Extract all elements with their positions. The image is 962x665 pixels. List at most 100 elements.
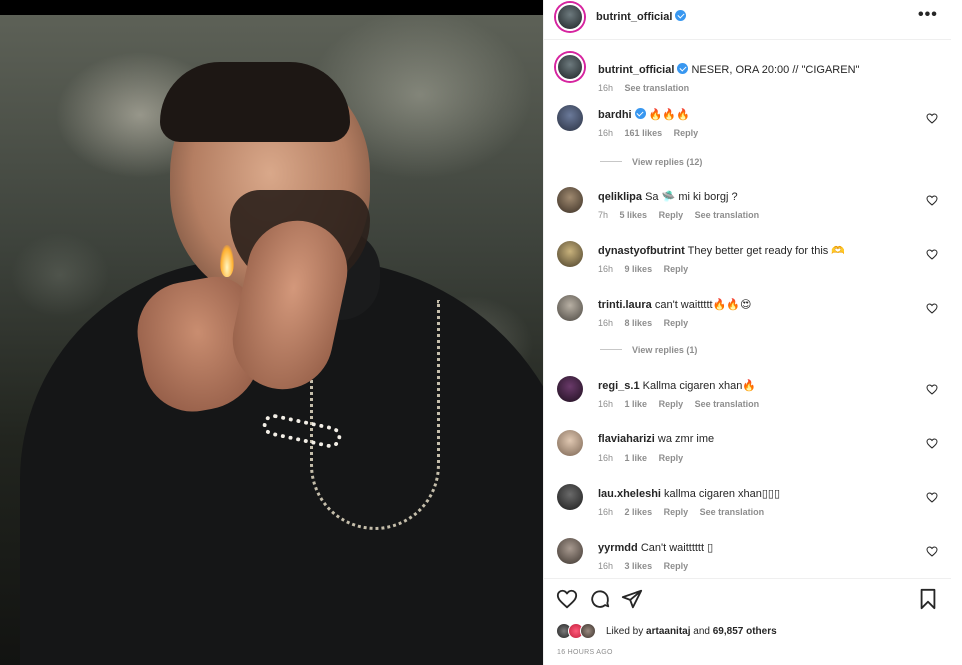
comment-reply-button[interactable]: Reply	[674, 128, 699, 138]
comment-username[interactable]: regi_s.1	[598, 380, 640, 392]
view-replies-label[interactable]: View replies (1)	[632, 345, 697, 355]
comment-item: dynastyofbutrint They better get ready f…	[544, 238, 951, 292]
verified-badge-icon	[634, 108, 646, 119]
comment-see-translation[interactable]: See translation	[700, 507, 765, 517]
comment-item: trinti.laura can't waittttt🔥🔥😍 16h 8 lik…	[544, 292, 951, 346]
comment-username[interactable]: trinti.laura	[598, 299, 652, 311]
comment-item: regi_s.1 Kallma cigaren xhan🔥 16h 1 like…	[544, 373, 951, 427]
caption-meta: 16h See translation	[598, 83, 698, 93]
comment-time: 7h	[598, 210, 609, 220]
caption-username[interactable]: butrint_official	[598, 64, 674, 76]
liker-avatar	[580, 623, 596, 639]
comment-meta: 7h 5 likes Reply See translation	[598, 210, 768, 220]
comment-username[interactable]: flaviaharizi	[598, 433, 655, 445]
share-plane-icon[interactable]	[621, 588, 643, 610]
photo-lighter-flame	[220, 245, 234, 277]
caption-time: 16h	[598, 83, 614, 93]
comment-avatar[interactable]	[557, 538, 583, 564]
likes-user[interactable]: artaanitaj	[646, 626, 690, 637]
comment-avatar[interactable]	[557, 241, 583, 267]
author-username[interactable]: butrint_official	[596, 10, 687, 23]
comment-reply-button[interactable]: Reply	[664, 507, 689, 517]
like-comment-heart-icon[interactable]	[926, 546, 938, 557]
post-actions-bar: Liked by artaanitaj and 69,857 others 16…	[544, 578, 951, 665]
comment-reply-button[interactable]: Reply	[664, 318, 689, 328]
author-username-text[interactable]: butrint_official	[596, 11, 672, 23]
comment-username[interactable]: qeliklipa	[598, 191, 642, 203]
comment-meta: 16h 161 likes Reply	[598, 128, 707, 138]
comment-reply-button[interactable]: Reply	[659, 453, 684, 463]
comment-text: can't waittttt🔥🔥😍	[654, 299, 752, 311]
comment-username[interactable]: lau.xheleshi	[598, 488, 661, 500]
comment-avatar[interactable]	[557, 295, 583, 321]
comment-text: 🔥🔥🔥	[648, 109, 690, 121]
comment-time: 16h	[598, 507, 614, 517]
save-bookmark-icon[interactable]	[917, 588, 939, 610]
like-comment-heart-icon[interactable]	[926, 113, 938, 124]
comment-reply-button[interactable]: Reply	[659, 210, 684, 220]
comment-likes[interactable]: 5 likes	[620, 210, 648, 220]
comment-reply-button[interactable]: Reply	[659, 399, 684, 409]
comment-item: flaviaharizi wa zmr ime 16h 1 like Reply	[544, 427, 951, 481]
like-comment-heart-icon[interactable]	[926, 249, 938, 260]
like-comment-heart-icon[interactable]	[926, 384, 938, 395]
comment-text: Kallma cigaren xhan🔥	[642, 380, 757, 392]
comment-bubble-icon[interactable]	[589, 588, 611, 610]
caption-see-translation[interactable]: See translation	[625, 83, 690, 93]
view-replies-label[interactable]: View replies (12)	[632, 157, 702, 167]
comment-likes[interactable]: 161 likes	[625, 128, 663, 138]
like-comment-heart-icon[interactable]	[926, 303, 938, 314]
comment-username[interactable]: bardhi	[598, 109, 632, 121]
comment-text: Sa 🛸 mi ki borgj ?	[645, 191, 738, 203]
like-heart-icon[interactable]	[556, 588, 578, 610]
likes-prefix: Liked by	[606, 626, 644, 637]
comment-likes[interactable]: 1 like	[625, 453, 648, 463]
comment-item: yyrmdd Can't waitttttt ▯ 16h 3 likes Rep…	[544, 535, 951, 577]
likes-others[interactable]: 69,857 others	[713, 626, 777, 637]
post-image[interactable]	[0, 0, 543, 665]
comment-reply-button[interactable]: Reply	[664, 264, 689, 274]
comment-meta: 16h 2 likes Reply See translation	[598, 507, 773, 517]
comment-avatar[interactable]	[557, 105, 583, 131]
like-comment-heart-icon[interactable]	[926, 438, 938, 449]
comment-see-translation[interactable]: See translation	[695, 210, 760, 220]
image-top-bar	[0, 0, 543, 15]
comment-time: 16h	[598, 318, 614, 328]
comment-avatar[interactable]	[557, 187, 583, 213]
caption-text: NESER, ORA 20:00 // "CIGAREN"	[691, 64, 860, 76]
comment-meta: 16h 9 likes Reply	[598, 264, 697, 274]
comment-likes[interactable]: 1 like	[625, 399, 648, 409]
view-replies-button[interactable]: View replies (1)	[600, 345, 697, 355]
comment-time: 16h	[598, 453, 614, 463]
comment-username[interactable]: dynastyofbutrint	[598, 245, 685, 257]
comment-item: lau.xheleshi kallma cigaren xhan▯▯▯ 16h …	[544, 481, 951, 535]
verified-badge-icon	[675, 10, 687, 21]
view-replies-button[interactable]: View replies (12)	[600, 157, 702, 167]
comment-meta: 16h 1 like Reply See translation	[598, 399, 768, 409]
post-side-panel: butrint_official ••• butrint_official NE…	[543, 0, 962, 665]
comment-username[interactable]: yyrmdd	[598, 542, 638, 554]
comment-text: kallma cigaren xhan▯▯▯	[664, 488, 781, 500]
comment-avatar[interactable]	[557, 430, 583, 456]
like-comment-heart-icon[interactable]	[926, 492, 938, 503]
author-avatar[interactable]	[556, 3, 584, 31]
comments-list[interactable]: butrint_official NESER, ORA 20:00 // "CI…	[544, 41, 951, 577]
verified-badge-icon	[677, 63, 689, 74]
comment-likes[interactable]: 2 likes	[625, 507, 653, 517]
comment-meta: 16h 3 likes Reply	[598, 561, 697, 571]
likes-connector: and	[693, 626, 710, 637]
comment-avatar[interactable]	[557, 376, 583, 402]
comment-text: They better get ready for this 🫶	[687, 245, 846, 257]
comment-likes[interactable]: 3 likes	[625, 561, 653, 571]
view-replies-line	[600, 161, 622, 162]
like-comment-heart-icon[interactable]	[926, 195, 938, 206]
comment-see-translation[interactable]: See translation	[695, 399, 760, 409]
comment-avatar[interactable]	[557, 484, 583, 510]
comment-meta: 16h 8 likes Reply	[598, 318, 697, 328]
more-options-button[interactable]: •••	[918, 6, 938, 24]
post-header: butrint_official •••	[544, 0, 951, 40]
comment-likes[interactable]: 8 likes	[625, 318, 653, 328]
caption-avatar[interactable]	[556, 53, 584, 81]
comment-reply-button[interactable]: Reply	[664, 561, 689, 571]
comment-likes[interactable]: 9 likes	[625, 264, 653, 274]
